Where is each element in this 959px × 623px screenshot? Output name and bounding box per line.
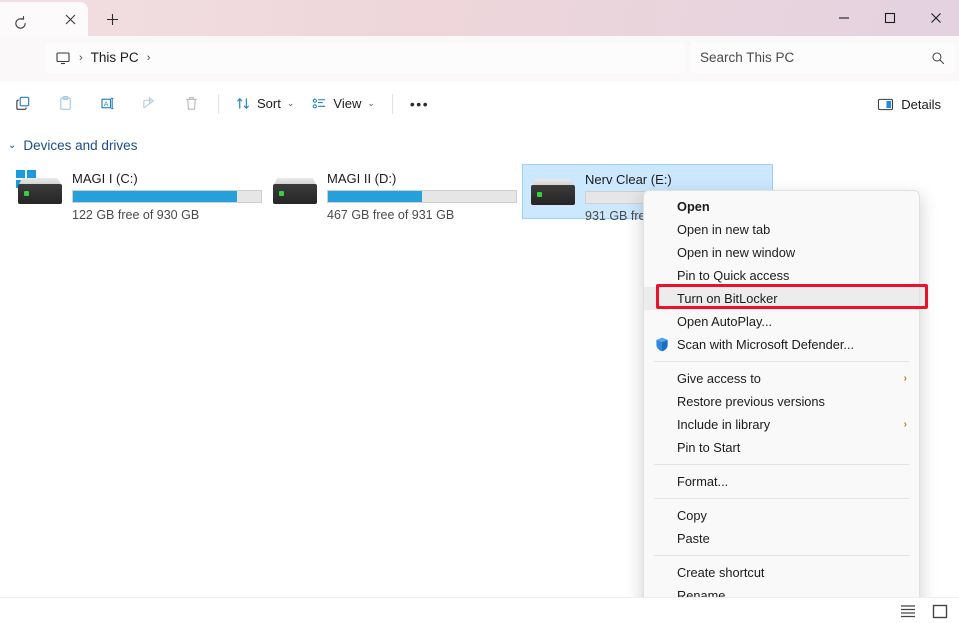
title-bar <box>0 0 959 36</box>
sort-label: Sort <box>257 96 281 111</box>
capacity-bar <box>72 190 262 203</box>
group-header-label: Devices and drives <box>23 138 137 153</box>
new-tab-icon[interactable] <box>100 8 124 30</box>
maximize-button[interactable] <box>867 0 913 36</box>
search-placeholder: Search This PC <box>700 50 794 65</box>
status-bar <box>0 597 959 623</box>
close-button[interactable] <box>913 0 959 36</box>
menu-separator <box>654 361 909 362</box>
search-icon[interactable] <box>931 51 945 65</box>
list-view-icon[interactable] <box>897 601 919 621</box>
menu-item-label: Scan with Microsoft Defender... <box>677 337 854 352</box>
toolbar-divider-1 <box>218 94 219 114</box>
chevron-down-icon[interactable]: ⌄ <box>8 140 16 151</box>
search-input[interactable]: Search This PC <box>690 42 955 73</box>
drive-name: MAGI II (D:) <box>327 171 517 186</box>
menu-item-open-autoplay[interactable]: Open AutoPlay... <box>644 310 919 333</box>
chevron-down-icon: ⌄ <box>287 98 295 109</box>
view-label: View <box>333 96 361 111</box>
view-icon <box>312 96 327 111</box>
svg-text:A: A <box>103 101 108 108</box>
drive-free-space: 467 GB free of 931 GB <box>327 208 517 222</box>
details-pane-icon <box>877 97 894 112</box>
breadcrumb-this-pc[interactable]: This PC <box>91 50 139 65</box>
menu-item-label: Pin to Quick access <box>677 268 789 283</box>
more-options-button[interactable]: ••• <box>401 88 438 120</box>
hard-drive-icon <box>529 171 577 211</box>
drive-item-d[interactable]: MAGI II (D:) 467 GB free of 931 GB <box>265 164 516 219</box>
toolbar-divider-2 <box>392 94 393 114</box>
view-button[interactable]: View ⌄ <box>303 88 384 120</box>
copy-icon[interactable] <box>4 88 42 120</box>
sort-icon <box>236 96 251 111</box>
menu-item-include-in-library[interactable]: Include in library › <box>644 413 919 436</box>
hard-drive-icon <box>16 170 64 210</box>
chevron-down-icon: ⌄ <box>367 98 375 109</box>
drive-free-space: 122 GB free of 930 GB <box>72 208 262 222</box>
trash-icon[interactable] <box>172 88 210 120</box>
chevron-right-icon: › <box>904 373 907 384</box>
menu-item-label: Paste <box>677 531 710 546</box>
breadcrumb-separator-1: › <box>76 52 86 64</box>
menu-item-label: Open AutoPlay... <box>677 314 772 329</box>
drive-item-c[interactable]: MAGI I (C:) 122 GB free of 930 GB <box>10 164 261 219</box>
menu-item-create-shortcut[interactable]: Create shortcut <box>644 561 919 584</box>
menu-item-format[interactable]: Format... <box>644 470 919 493</box>
command-bar: A Sort ⌄ <box>0 81 959 126</box>
menu-item-open-in-new-tab[interactable]: Open in new tab <box>644 218 919 241</box>
menu-item-label: Give access to <box>677 371 761 386</box>
breadcrumb-separator-2[interactable]: › <box>144 52 154 64</box>
details-button[interactable]: Details <box>867 88 951 120</box>
annotation-highlight-box <box>656 284 928 309</box>
menu-item-label: Format... <box>677 474 728 489</box>
menu-item-label: Create shortcut <box>677 565 765 580</box>
menu-item-restore-previous-versions[interactable]: Restore previous versions <box>644 390 919 413</box>
window-controls <box>821 0 959 36</box>
drive-name: Nerv Clear (E:) <box>585 172 775 187</box>
details-label: Details <box>901 97 941 112</box>
menu-item-pin-to-start[interactable]: Pin to Start <box>644 436 919 459</box>
devices-and-drives-group-header[interactable]: ⌄ Devices and drives <box>8 138 137 153</box>
large-icons-view-icon[interactable] <box>929 601 951 621</box>
menu-separator <box>654 498 909 499</box>
menu-item-label: Open in new tab <box>677 222 770 237</box>
menu-item-paste[interactable]: Paste <box>644 527 919 550</box>
context-menu: Open Open in new tab Open in new window … <box>643 190 920 615</box>
menu-item-copy[interactable]: Copy <box>644 504 919 527</box>
capacity-bar <box>327 190 517 203</box>
menu-item-open-in-new-window[interactable]: Open in new window <box>644 241 919 264</box>
paste-icon[interactable] <box>46 88 84 120</box>
menu-item-open[interactable]: Open <box>644 195 919 218</box>
chevron-right-icon: › <box>904 419 907 430</box>
refresh-icon[interactable] <box>5 9 35 37</box>
menu-item-scan-with-microsoft-defender[interactable]: Scan with Microsoft Defender... <box>644 333 919 356</box>
ellipsis-icon: ••• <box>410 96 429 112</box>
sort-button[interactable]: Sort ⌄ <box>227 88 303 120</box>
menu-item-label: Copy <box>677 508 707 523</box>
share-icon[interactable] <box>130 88 168 120</box>
address-bar[interactable]: › This PC › <box>45 42 685 73</box>
menu-separator <box>654 555 909 556</box>
tab-close-icon[interactable] <box>60 9 80 29</box>
drive-name: MAGI I (C:) <box>72 171 262 186</box>
monitor-icon <box>55 50 71 66</box>
rename-icon[interactable]: A <box>88 88 126 120</box>
menu-item-label: Include in library <box>677 417 770 432</box>
minimize-button[interactable] <box>821 0 867 36</box>
view-toggle-group <box>897 601 951 621</box>
shield-icon <box>655 337 669 352</box>
menu-item-give-access-to[interactable]: Give access to › <box>644 367 919 390</box>
menu-item-label: Pin to Start <box>677 440 740 455</box>
menu-item-label: Open in new window <box>677 245 795 260</box>
menu-item-label: Open <box>677 199 710 214</box>
hard-drive-icon <box>271 170 319 210</box>
menu-item-label: Restore previous versions <box>677 394 825 409</box>
menu-separator <box>654 464 909 465</box>
